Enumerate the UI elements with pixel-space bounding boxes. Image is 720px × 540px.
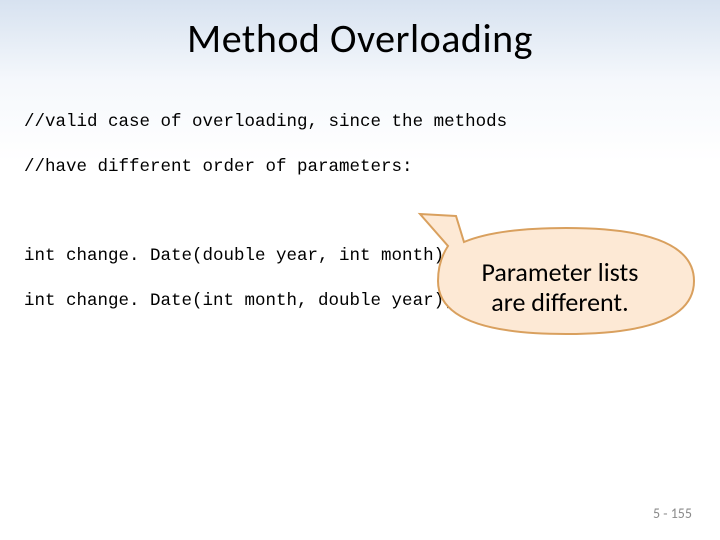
- callout-text: Parameter lists are different.: [438, 242, 682, 334]
- callout-line-1: Parameter lists: [482, 258, 639, 288]
- slide-number: 5 - 155: [653, 505, 692, 522]
- slide-title: Method Overloading: [0, 0, 720, 63]
- callout-line-2: are different.: [491, 288, 628, 318]
- callout-bubble: Parameter lists are different.: [438, 242, 682, 334]
- code-comment-1: //valid case of overloading, since the m…: [24, 111, 696, 133]
- code-comment-2: //have different order of parameters:: [24, 156, 696, 178]
